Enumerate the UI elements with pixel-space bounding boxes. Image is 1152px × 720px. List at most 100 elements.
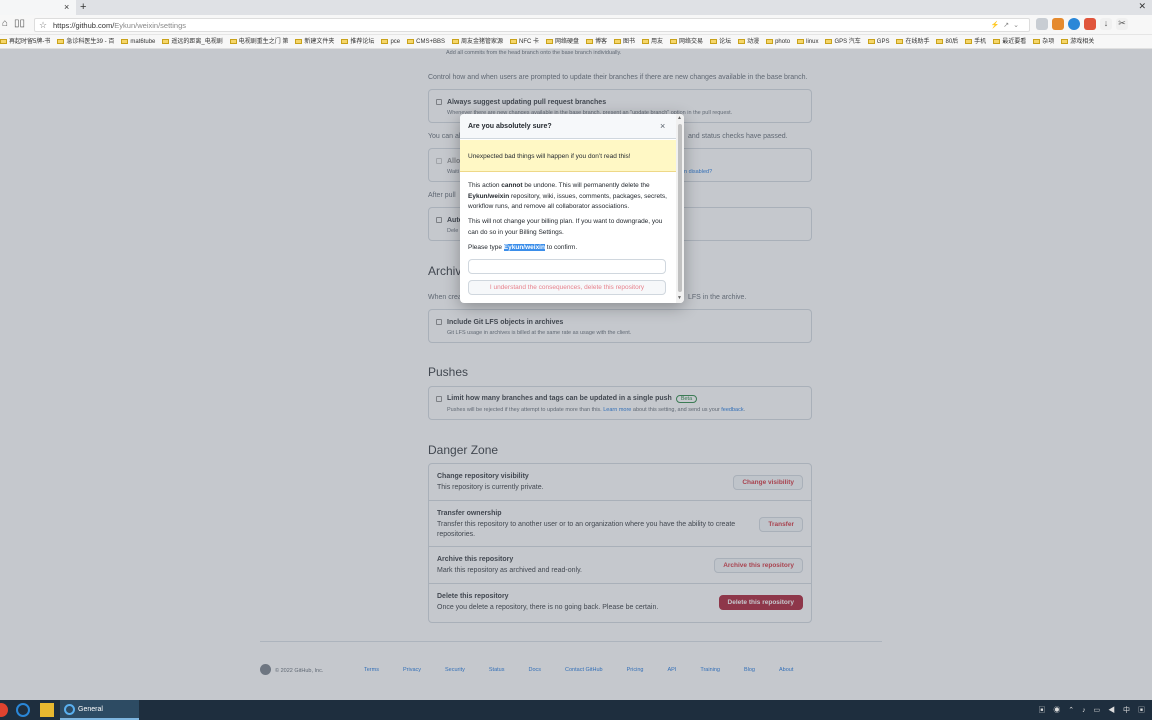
tools-icon[interactable]: ✂	[1116, 18, 1128, 30]
github-settings-page: Add all commits from the head branch ont…	[0, 49, 1152, 700]
folder-icon	[407, 39, 415, 44]
app-icon	[64, 704, 75, 715]
confirm-delete-button[interactable]: I understand the consequences, delete th…	[468, 280, 666, 295]
star-icon[interactable]: ☆	[39, 20, 47, 31]
bookmark-item[interactable]: 推荐论坛	[341, 35, 374, 48]
bookmark-item[interactable]: 动漫	[738, 35, 759, 48]
browser-tab-bar: × + ✕	[0, 0, 1152, 15]
bookmark-item[interactable]: 图书	[614, 35, 635, 48]
screenshot-icon[interactable]	[1036, 18, 1048, 30]
folder-icon	[586, 39, 593, 44]
extension-icon[interactable]	[1084, 18, 1096, 30]
bookmark-label: 在线助手	[905, 39, 930, 45]
folder-icon	[642, 39, 650, 44]
bookmark-item[interactable]: GPS	[867, 35, 890, 48]
bookmark-item[interactable]: NFC 卡	[509, 35, 539, 48]
dialog-consequences-text: This action cannot be undone. This will …	[468, 182, 667, 210]
new-tab-icon[interactable]: +	[80, 1, 86, 13]
bookmark-item[interactable]: 周友金猪管家源	[451, 35, 503, 48]
folder-icon	[670, 39, 678, 44]
bookmark-label: 80后	[945, 39, 959, 45]
folder-icon	[710, 39, 718, 44]
bookmark-label: GPS	[876, 39, 890, 45]
folder-icon	[825, 39, 833, 44]
bookmark-item[interactable]: linux	[797, 35, 818, 48]
folder-icon	[57, 39, 65, 44]
folder-icon	[867, 39, 875, 44]
bookmark-label: 电视剧重生之门 第	[238, 39, 289, 45]
bookmark-label: 最近要看	[1002, 39, 1027, 45]
taskbar-app-label: General	[78, 706, 103, 713]
bookmark-item[interactable]: 网络交易	[670, 35, 703, 48]
bookmark-item[interactable]: 博客	[586, 35, 607, 48]
bookmark-item[interactable]: 杂项	[1033, 35, 1054, 48]
browser-icon[interactable]	[16, 703, 30, 717]
url-path: Eykun/weixin/settings	[114, 21, 186, 30]
bookmark-label: 用友	[651, 39, 664, 45]
bookmark-item[interactable]: 最近要看	[993, 35, 1027, 48]
windows-taskbar: General ▣ ◉ ⌃ ♪ ▭ ◀ 中 ▣	[0, 700, 1152, 720]
bookmark-item[interactable]: photo	[766, 35, 791, 48]
extension-icons: ↓ ✂	[1036, 18, 1128, 30]
folder-icon	[381, 39, 389, 44]
bookmark-label: pce	[390, 39, 401, 45]
reader-icon[interactable]: ▯▯	[14, 18, 25, 29]
close-icon[interactable]: ×	[660, 121, 665, 131]
bookmark-item[interactable]: 再起时留5牌-书	[0, 35, 50, 48]
bookmark-item[interactable]: 用友	[642, 35, 664, 48]
bookmark-item[interactable]: 急诊科医生39 - 百	[57, 35, 114, 48]
bookmark-item[interactable]: 遥远的距离_电视剧	[162, 35, 223, 48]
bookmark-item[interactable]: CMS+BBS	[407, 35, 445, 48]
delete-confirm-dialog: Are you absolutely sure? × Unexpected ba…	[460, 114, 684, 303]
scroll-up-icon[interactable]: ▲	[677, 115, 682, 121]
bookmark-label: 新建文件夹	[304, 39, 335, 45]
dialog-confirm-prompt: Please type Eykun/weixin to confirm.	[468, 244, 578, 251]
scrollbar-thumb[interactable]	[678, 124, 682, 292]
confirm-repo-name-input[interactable]	[468, 259, 666, 274]
translate-icon[interactable]	[1068, 18, 1080, 30]
url-field[interactable]: ☆ https://github.com/Eykun/weixin/settin…	[34, 18, 1030, 32]
dialog-warning: Unexpected bad things will happen if you…	[460, 140, 676, 172]
bookmark-item[interactable]: 电视剧重生之门 第	[229, 35, 289, 48]
bookmark-item[interactable]: 手机	[965, 35, 987, 48]
browser-tab[interactable]: ×	[0, 0, 76, 15]
address-bar-row: ⌂ ▯▯ ☆ https://github.com/Eykun/weixin/s…	[0, 15, 1152, 35]
folder-icon	[993, 39, 1001, 44]
bookmark-item[interactable]: 新建文件夹	[295, 35, 335, 48]
bookmark-label: photo	[775, 39, 791, 45]
tab-close-icon[interactable]: ×	[64, 2, 69, 12]
window-close-icon[interactable]: ✕	[1138, 1, 1146, 12]
bookmark-item[interactable]: 在线助手	[896, 35, 930, 48]
start-icon[interactable]	[0, 703, 8, 717]
bookmark-item[interactable]: mat6tube	[121, 35, 155, 48]
download-icon[interactable]: ↓	[1100, 18, 1112, 30]
game-icon[interactable]	[1052, 18, 1064, 30]
bookmark-item[interactable]: 论坛	[710, 35, 731, 48]
dialog-title: Are you absolutely sure?	[468, 123, 552, 130]
bookmark-label: 遥远的距离_电视剧	[171, 39, 223, 45]
bookmark-item[interactable]: 80后	[936, 35, 959, 48]
bookmark-item[interactable]: pce	[381, 35, 401, 48]
folder-icon	[451, 39, 459, 44]
folder-icon	[545, 39, 553, 44]
dialog-billing-text: This will not change your billing plan. …	[468, 218, 663, 236]
bookmark-label: 手机	[974, 39, 987, 45]
system-tray-icons[interactable]: ▣ ◉ ⌃ ♪ ▭ ◀ 中 ▣	[1038, 705, 1148, 715]
folder-icon	[1033, 39, 1041, 44]
bookmark-item[interactable]: 游戏相关	[1061, 35, 1094, 48]
folder-icon	[341, 39, 349, 44]
folder-icon	[509, 39, 517, 44]
file-explorer-icon[interactable]	[40, 703, 54, 717]
bookmark-label: 周友金猪管家源	[460, 39, 503, 45]
home-icon[interactable]: ⌂	[2, 18, 8, 29]
url-actions-icon[interactable]: ⚡↗⌄	[991, 21, 1023, 29]
folder-icon	[121, 39, 129, 44]
bookmark-item[interactable]: GPS 汽车	[825, 35, 861, 48]
dialog-scrollbar[interactable]: ▲ ▼	[676, 114, 684, 303]
taskbar-app-general[interactable]: General	[60, 700, 139, 720]
url-prefix: https://github.com/	[53, 21, 115, 30]
repo-name-selected[interactable]: Eykun/weixin	[503, 244, 545, 251]
bookmark-label: NFC 卡	[518, 39, 539, 45]
scroll-down-icon[interactable]: ▼	[677, 295, 682, 301]
bookmark-item[interactable]: 网络硬盘	[545, 35, 579, 48]
